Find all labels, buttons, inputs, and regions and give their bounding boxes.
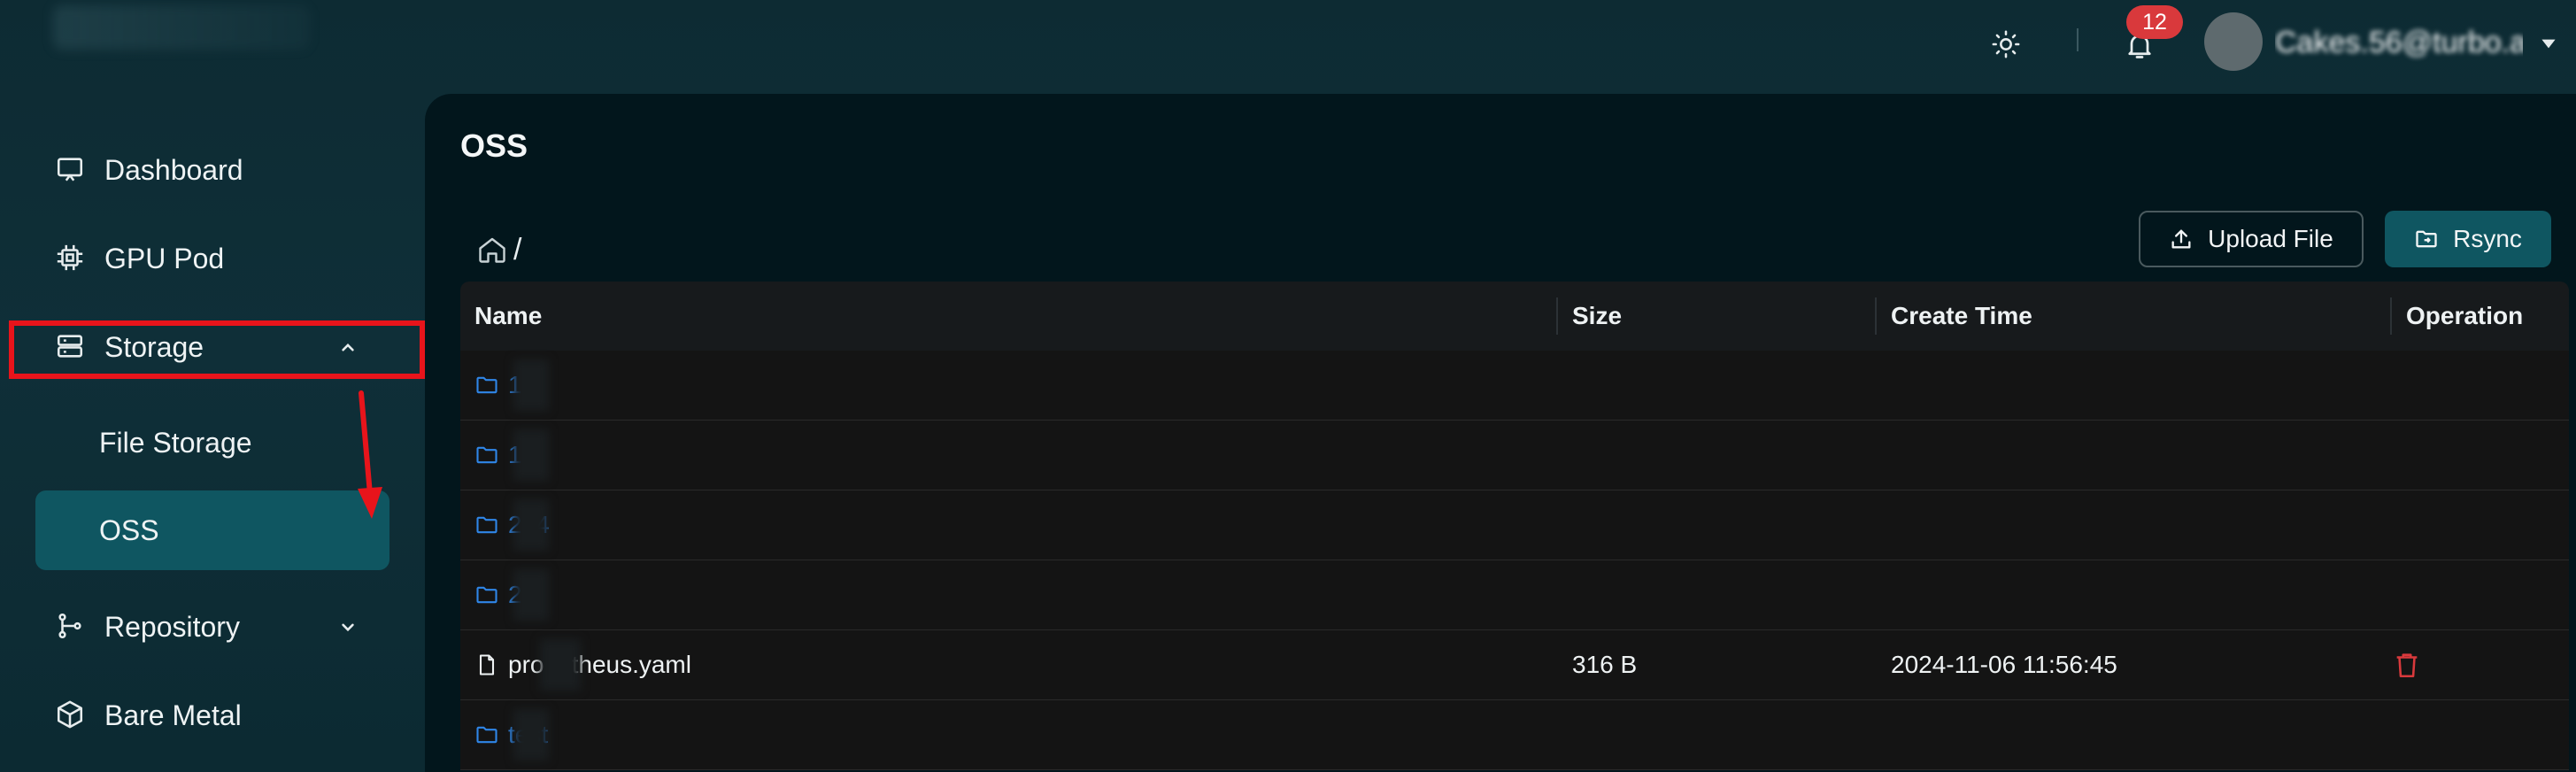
git-branch-icon [55, 611, 87, 643]
column-separator [2390, 297, 2392, 335]
file-create-time: 2024-11-06 11:56:45 [1891, 651, 2117, 678]
file-name-cell: pro theus.yaml [474, 630, 691, 699]
table-row: 2 [460, 560, 2569, 630]
top-header: 12 Cakes.56@turbo.ai [0, 0, 2576, 89]
cube-icon [55, 699, 87, 731]
sidebar-item-gpu-pod[interactable]: GPU Pod [35, 223, 389, 294]
sidebar-item-bare-metal[interactable]: Bare Metal [35, 680, 389, 751]
table-row: 1 [460, 421, 2569, 490]
main-panel: OSS / Upload File Rsync Name Size Create… [425, 94, 2576, 772]
chip-icon [55, 243, 87, 274]
trash-icon[interactable] [2392, 650, 2422, 680]
logo[interactable] [53, 5, 310, 50]
monitor-icon [55, 154, 87, 186]
sidebar-item-label: GPU Pod [104, 242, 225, 274]
column-header-create-time[interactable]: Create Time [1891, 282, 2032, 351]
table-row: 2 4 [460, 490, 2569, 560]
user-name[interactable]: Cakes.56@turbo.ai [2275, 23, 2523, 62]
chevron-down-icon [342, 623, 354, 632]
annotation-arrow [358, 390, 382, 519]
sidebar-item-repository[interactable]: Repository [35, 591, 389, 662]
folder-sync-icon [2416, 230, 2437, 248]
redaction-blur [513, 359, 549, 411]
column-header-name[interactable]: Name [474, 282, 542, 351]
folder-icon [476, 516, 497, 534]
table-row: 1 [460, 351, 2569, 421]
sidebar-item-label: Repository [104, 610, 240, 643]
file-size: 316 B [1572, 651, 1638, 678]
file-icon [479, 654, 495, 676]
table-row: test [460, 700, 2569, 770]
upload-file-button[interactable]: Upload File [2139, 211, 2364, 267]
upload-file-label: Upload File [2208, 225, 2333, 252]
folder-icon [476, 586, 497, 604]
theme-toggle-button[interactable] [1985, 23, 2027, 66]
notification-badge: 12 [2126, 5, 2183, 39]
redaction-blur [513, 499, 549, 551]
sidebar-item-oss[interactable]: OSS [35, 490, 389, 570]
breadcrumb: / [476, 232, 521, 267]
avatar[interactable] [2204, 12, 2263, 71]
home-icon[interactable] [476, 234, 508, 266]
sidebar-item-dashboard[interactable]: Dashboard [35, 135, 389, 205]
folder-icon [476, 726, 497, 744]
rsync-label: Rsync [2453, 225, 2522, 252]
header-divider [2077, 28, 2079, 51]
column-header-operation: Operation [2406, 302, 2524, 329]
upload-icon [2171, 229, 2191, 249]
sidebar-item-file-storage[interactable]: File Storage [35, 403, 389, 482]
file-name: pro theus.yaml [508, 651, 691, 678]
redaction-blur [513, 709, 549, 760]
column-separator [1875, 297, 1877, 335]
column-separator [1556, 297, 1558, 335]
annotation-highlight-box [9, 320, 425, 379]
table-row: pro theus.yaml 316 B 2024-11-06 11:56:45 [460, 630, 2569, 700]
folder-icon [476, 446, 497, 464]
redaction-blur [513, 569, 549, 621]
column-header-size[interactable]: Size [1572, 282, 1622, 351]
sidebar-item-label: Bare Metal [104, 699, 242, 731]
oss-file-table: Name Size Create Time Operation 1 1 [460, 282, 2569, 770]
redaction-blur [513, 429, 549, 481]
rsync-button[interactable]: Rsync [2385, 211, 2551, 267]
redaction-blur [540, 639, 581, 691]
sidebar-item-label: OSS [99, 513, 159, 546]
page-title: OSS [460, 127, 528, 164]
table-header: Name Size Create Time Operation [460, 282, 2569, 351]
sun-icon [1992, 30, 2020, 58]
sidebar-item-label: File Storage [99, 426, 252, 459]
folder-icon [476, 376, 497, 394]
chevron-down-icon[interactable] [2537, 32, 2560, 55]
breadcrumb-separator: / [513, 232, 522, 266]
sidebar-item-label: Dashboard [104, 153, 243, 186]
